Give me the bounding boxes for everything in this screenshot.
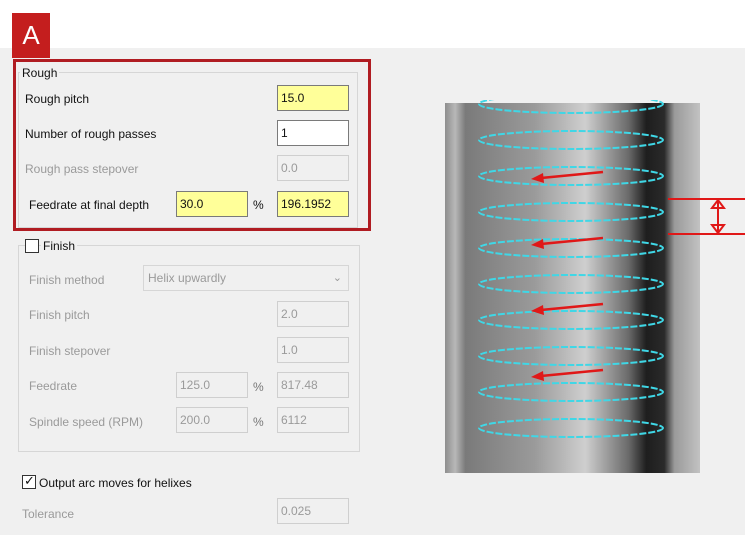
finish-spindle-percent-input[interactable]: 200.0 (176, 407, 248, 433)
finish-spindle-percent-symbol: % (253, 415, 264, 429)
finish-pitch-label: Finish pitch (29, 308, 90, 322)
finish-method-value: Helix upwardly (148, 271, 227, 285)
highlight-box (13, 59, 371, 231)
workpiece-cylinder (445, 103, 700, 473)
finish-spindle-value-input[interactable]: 6112 (277, 407, 349, 433)
tolerance-input[interactable]: 0.025 (277, 498, 349, 524)
finish-feedrate-percent-symbol: % (253, 380, 264, 394)
checkmark-icon: ✓ (24, 473, 35, 488)
finish-checkbox-label[interactable]: Finish (41, 239, 78, 253)
finish-feedrate-label: Feedrate (29, 379, 78, 393)
finish-stepover-label: Finish stepover (29, 344, 111, 358)
output-arc-label[interactable]: Output arc moves for helixes (39, 476, 192, 490)
finish-method-select[interactable]: Helix upwardly ⌄ (143, 265, 349, 291)
chevron-down-icon: ⌄ (332, 272, 342, 284)
output-arc-checkbox[interactable]: ✓ (22, 473, 36, 489)
finish-feedrate-percent-input[interactable]: 125.0 (176, 372, 248, 398)
toolpath-viewport[interactable] (443, 100, 745, 475)
finish-stepover-input[interactable]: 1.0 (277, 337, 349, 363)
callout-badge: A (12, 13, 50, 58)
tolerance-label: Tolerance (22, 507, 75, 521)
finish-method-label: Finish method (29, 273, 105, 287)
finish-checkbox[interactable] (25, 239, 39, 253)
finish-feedrate-value-input[interactable]: 817.48 (277, 372, 349, 398)
finish-pitch-input[interactable]: 2.0 (277, 301, 349, 327)
finish-spindle-label: Spindle speed (RPM) (29, 415, 144, 429)
